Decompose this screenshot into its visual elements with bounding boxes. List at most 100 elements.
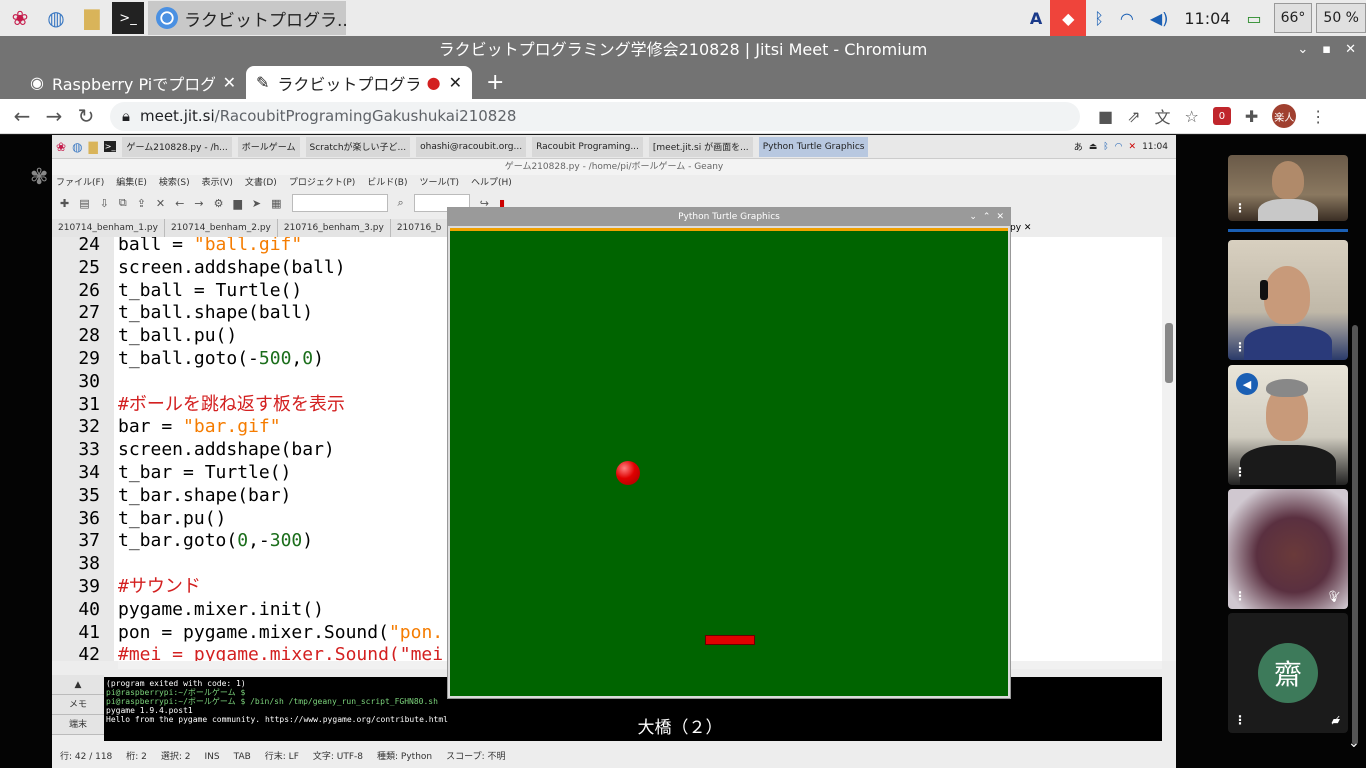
line-number: 24 <box>78 237 100 255</box>
menu-kebab-icon[interactable]: ⋮ <box>1310 107 1326 126</box>
tab-raspberry-pi[interactable]: ◉ Raspberry Piでプログラ ✕ <box>20 66 246 99</box>
remote-task: [meet.jit.si が画面を... <box>648 136 753 157</box>
ublock-icon[interactable]: 0 <box>1212 107 1231 125</box>
participant-avatar: 齋 <box>1258 643 1318 703</box>
filmstrip-toggle-icon[interactable]: ⌄ <box>1348 735 1360 751</box>
tile-menu-icon[interactable]: ⋮ <box>1234 713 1246 727</box>
status-field: 文字: UTF-8 <box>312 752 364 762</box>
forward-icon[interactable]: → <box>38 104 70 128</box>
new-file-icon: ✚ <box>60 196 70 210</box>
tab-jitsi-meet[interactable]: ✎ ラクビットプログラミ ● ✕ <box>246 66 472 99</box>
extensions-puzzle-icon[interactable]: ✚ <box>1245 107 1258 126</box>
lock-icon[interactable]: 🔒︎ <box>122 107 130 125</box>
participant-tile[interactable]: ⋮ <box>1228 155 1348 221</box>
code-token: screen.addshape(bar) <box>118 439 335 461</box>
profile-avatar[interactable]: 楽人 <box>1272 104 1297 128</box>
browser-toolbar: ← → ↻ 🔒︎ meet.jit.si/RacoubitProgramingG… <box>0 99 1366 134</box>
code-token: "pon. <box>388 621 444 643</box>
remote-task: Racoubit Programing... <box>532 136 643 157</box>
tile-menu-icon[interactable]: ⋮ <box>1234 340 1246 354</box>
turtle-close-icon: ✕ <box>996 212 1004 222</box>
battery-icon[interactable]: ▭ <box>1238 0 1269 36</box>
line-number: 35 <box>78 484 100 506</box>
tile-menu-icon[interactable]: ⋮ <box>1234 589 1246 603</box>
participant-tile[interactable]: ◀ ⋮ <box>1228 365 1348 485</box>
file-manager-icon[interactable]: ▇ <box>76 2 108 34</box>
camera-icon[interactable]: ■ <box>1098 107 1113 126</box>
window-controls: ⌄ ▪ ✕ <box>1297 36 1356 64</box>
line-number: 39 <box>78 576 100 597</box>
new-tab-button[interactable]: + <box>486 66 504 99</box>
maximize-icon[interactable]: ▪ <box>1322 36 1331 64</box>
shared-screen[interactable]: ❀ ◍ ▇ >_ ゲーム210828.py - /h... ボールゲーム Scr… <box>52 135 1176 768</box>
recording-indicator-icon: ● <box>426 73 441 92</box>
tile-menu-icon[interactable]: ⋮ <box>1234 201 1246 215</box>
volume-icon[interactable]: ◀) <box>1142 0 1177 36</box>
taskbar-chromium-app[interactable]: ラクビットプログラ... <box>148 1 346 35</box>
msg-tab: メモ <box>52 695 104 715</box>
clock[interactable]: 11:04 <box>1176 0 1238 36</box>
geany-menu-item: ビルド(B) <box>367 178 408 188</box>
run-icon: ➤ <box>251 196 262 210</box>
input-method-indicator[interactable]: A <box>1022 0 1050 36</box>
geany-title: ゲーム210828.py - /home/pi/ボールゲーム - Geany <box>52 159 1176 175</box>
geany-menu-item: 文書(D) <box>244 178 277 188</box>
reload-icon[interactable]: ↻ <box>70 104 102 128</box>
back-icon[interactable]: ← <box>6 104 38 128</box>
browser-launcher-icon[interactable]: ◍ <box>40 2 72 34</box>
address-bar[interactable]: 🔒︎ meet.jit.si/RacoubitProgramingGakushu… <box>110 101 1080 131</box>
line-number: 42 <box>78 644 100 661</box>
line-number: 29 <box>78 348 100 369</box>
terminal-launcher-icon[interactable]: >_ <box>112 2 144 34</box>
participant-tile[interactable]: ⋮ 🎙︎̸ <box>1228 489 1348 609</box>
search-box <box>291 194 388 212</box>
tab-label: Raspberry Piでプログラ <box>51 74 215 94</box>
remote-task: ボールゲーム <box>237 136 300 157</box>
line-number: 30 <box>78 370 100 392</box>
url-host: meet.jit.si <box>139 107 215 125</box>
os-taskbar: ❀ ◍ ▇ >_ ラクビットプログラ... A ◆ ᛒ ◠ ◀) 11:04 ▭… <box>0 0 1366 36</box>
line-number: 26 <box>78 279 100 301</box>
code-token: t_bar.pu() <box>118 507 227 529</box>
bluetooth-icon[interactable]: ᛒ <box>1086 0 1112 36</box>
code-token: 500 <box>258 348 292 369</box>
remote-task: ゲーム210828.py - /h... <box>122 136 232 157</box>
geany-menu-item: ツール(T) <box>419 178 459 188</box>
line-number: 32 <box>78 416 100 438</box>
anydesk-icon[interactable]: ◆ <box>1050 0 1087 36</box>
window-title: ラクビットプログラミング学修会210828 | Jitsi Meet - Chr… <box>438 40 928 59</box>
active-speaker-underline <box>1228 229 1348 232</box>
open-external-icon[interactable]: ⇗ <box>1127 107 1140 126</box>
translate-icon[interactable]: 文 <box>1155 104 1171 128</box>
participant-tile[interactable]: ⋮ <box>1228 240 1348 360</box>
toolbar-actions: ■ ⇗ 文 ☆ 0 ✚ 楽人 ⋮ <box>1098 104 1326 128</box>
window-menu-icon[interactable]: ⌄ <box>1297 36 1308 64</box>
game-canvas <box>450 228 1008 696</box>
wifi-icon[interactable]: ◠ <box>1112 0 1142 36</box>
participant-tile[interactable]: 齋 ⋮ ▰̸ <box>1228 613 1348 733</box>
status-field: TAB <box>233 752 251 762</box>
headset-icon <box>1260 280 1268 300</box>
close-window-icon[interactable]: ✕ <box>1345 36 1356 64</box>
status-field: 桁: 2 <box>126 752 147 762</box>
filmstrip-scrollbar[interactable] <box>1352 325 1358 745</box>
code-token: t_ball.goto(- <box>118 348 259 369</box>
chromium-icon <box>156 7 178 29</box>
jitsi-favicon-icon: ✎ <box>256 73 270 92</box>
turtle-maximize-icon: ⌃ <box>982 212 991 222</box>
camera-off-icon: ▰̸ <box>1331 714 1340 727</box>
close-tab-icon[interactable]: ✕ <box>449 73 462 92</box>
tab-label: ラクビットプログラミ <box>277 74 419 94</box>
code-token: pygame.mixer.init() <box>118 598 324 620</box>
code-token: #mei = pygame.mixer.Sound("mei <box>118 644 444 661</box>
bookmark-star-icon[interactable]: ☆ <box>1185 107 1199 126</box>
line-number: 33 <box>78 439 100 461</box>
geany-doc-tab: 210714_benham_1.py <box>52 219 165 237</box>
participant-body <box>1244 326 1332 360</box>
code-token: ) <box>313 348 324 369</box>
tile-menu-icon[interactable]: ⋮ <box>1234 465 1246 479</box>
raspberry-menu-icon[interactable]: ❀ <box>4 2 36 34</box>
build-icon: ▆ <box>233 196 242 210</box>
geany-doc-tab: 210714_benham_2.py <box>164 219 278 237</box>
close-tab-icon[interactable]: ✕ <box>223 73 236 92</box>
